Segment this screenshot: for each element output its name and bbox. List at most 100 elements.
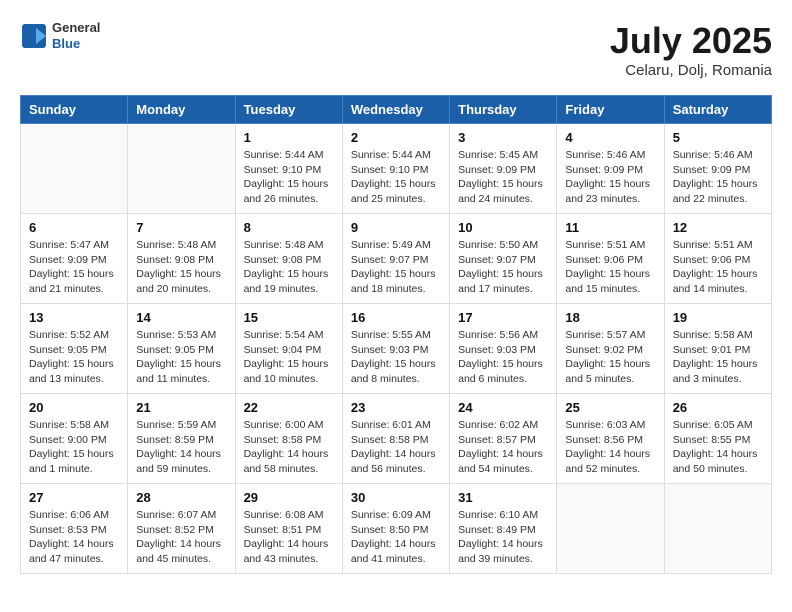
day-info: Sunrise: 6:09 AM Sunset: 8:50 PM Dayligh… xyxy=(351,508,441,567)
calendar-cell: 2 Sunrise: 5:44 AM Sunset: 9:10 PM Daylig… xyxy=(342,124,449,214)
day-number: 11 xyxy=(565,220,655,235)
calendar-cell: 23 Sunrise: 6:01 AM Sunset: 8:58 PM Dayli… xyxy=(342,394,449,484)
day-info: Sunrise: 5:58 AM Sunset: 9:01 PM Dayligh… xyxy=(673,328,763,387)
day-info: Sunrise: 6:05 AM Sunset: 8:55 PM Dayligh… xyxy=(673,418,763,477)
day-info: Sunrise: 5:58 AM Sunset: 9:00 PM Dayligh… xyxy=(29,418,119,477)
day-number: 4 xyxy=(565,130,655,145)
calendar-week-3: 13Sunrise: 5:52 AM Sunset: 9:05 PM Dayli… xyxy=(21,304,772,394)
day-number: 6 xyxy=(29,220,119,235)
day-number: 2 xyxy=(351,130,441,145)
weekday-header-saturday: Saturday xyxy=(664,96,771,124)
day-number: 28 xyxy=(136,490,226,505)
day-number: 25 xyxy=(565,400,655,415)
weekday-header-friday: Friday xyxy=(557,96,664,124)
calendar-cell: 10 Sunrise: 5:50 AM Sunset: 9:07 PM Dayli… xyxy=(450,214,557,304)
calendar-week-1: 1 Sunrise: 5:44 AM Sunset: 9:10 PM Daylig… xyxy=(21,124,772,214)
day-info: Sunrise: 6:00 AM Sunset: 8:58 PM Dayligh… xyxy=(244,418,334,477)
calendar-cell: 8 Sunrise: 5:48 AM Sunset: 9:08 PM Daylig… xyxy=(235,214,342,304)
calendar-body: 1 Sunrise: 5:44 AM Sunset: 9:10 PM Daylig… xyxy=(21,124,772,574)
day-info: Sunrise: 5:57 AM Sunset: 9:02 PM Dayligh… xyxy=(565,328,655,387)
logo-text: General Blue xyxy=(52,20,100,51)
calendar-cell: 20 Sunrise: 5:58 AM Sunset: 9:00 PM Dayli… xyxy=(21,394,128,484)
day-number: 12 xyxy=(673,220,763,235)
calendar-cell: 31 Sunrise: 6:10 AM Sunset: 8:49 PM Dayli… xyxy=(450,484,557,574)
calendar-cell: 4Sunrise: 5:46 AM Sunset: 9:09 PM Daylig… xyxy=(557,124,664,214)
day-number: 26 xyxy=(673,400,763,415)
day-info: Sunrise: 5:51 AM Sunset: 9:06 PM Dayligh… xyxy=(565,238,655,297)
calendar-cell: 25Sunrise: 6:03 AM Sunset: 8:56 PM Dayli… xyxy=(557,394,664,484)
day-number: 15 xyxy=(244,310,334,325)
day-info: Sunrise: 5:59 AM Sunset: 8:59 PM Dayligh… xyxy=(136,418,226,477)
calendar-cell xyxy=(21,124,128,214)
calendar-cell: 27 Sunrise: 6:06 AM Sunset: 8:53 PM Dayli… xyxy=(21,484,128,574)
day-number: 31 xyxy=(458,490,548,505)
location-subtitle: Celaru, Dolj, Romania xyxy=(610,62,772,79)
calendar-cell: 26 Sunrise: 6:05 AM Sunset: 8:55 PM Dayli… xyxy=(664,394,771,484)
day-number: 30 xyxy=(351,490,441,505)
day-info: Sunrise: 6:02 AM Sunset: 8:57 PM Dayligh… xyxy=(458,418,548,477)
day-info: Sunrise: 5:46 AM Sunset: 9:09 PM Dayligh… xyxy=(673,148,763,207)
day-info: Sunrise: 6:01 AM Sunset: 8:58 PM Dayligh… xyxy=(351,418,441,477)
day-number: 21 xyxy=(136,400,226,415)
calendar-cell: 19 Sunrise: 5:58 AM Sunset: 9:01 PM Dayli… xyxy=(664,304,771,394)
calendar-cell: 6 Sunrise: 5:47 AM Sunset: 9:09 PM Daylig… xyxy=(21,214,128,304)
day-info: Sunrise: 5:44 AM Sunset: 9:10 PM Dayligh… xyxy=(351,148,441,207)
weekday-header-tuesday: Tuesday xyxy=(235,96,342,124)
day-info: Sunrise: 6:10 AM Sunset: 8:49 PM Dayligh… xyxy=(458,508,548,567)
calendar-cell xyxy=(664,484,771,574)
weekday-header-wednesday: Wednesday xyxy=(342,96,449,124)
calendar-cell: 24 Sunrise: 6:02 AM Sunset: 8:57 PM Dayli… xyxy=(450,394,557,484)
day-info: Sunrise: 5:51 AM Sunset: 9:06 PM Dayligh… xyxy=(673,238,763,297)
day-info: Sunrise: 5:49 AM Sunset: 9:07 PM Dayligh… xyxy=(351,238,441,297)
calendar-cell: 30 Sunrise: 6:09 AM Sunset: 8:50 PM Dayli… xyxy=(342,484,449,574)
calendar-cell: 5 Sunrise: 5:46 AM Sunset: 9:09 PM Daylig… xyxy=(664,124,771,214)
day-info: Sunrise: 5:53 AM Sunset: 9:05 PM Dayligh… xyxy=(136,328,226,387)
day-number: 5 xyxy=(673,130,763,145)
day-number: 20 xyxy=(29,400,119,415)
day-info: Sunrise: 5:52 AM Sunset: 9:05 PM Dayligh… xyxy=(29,328,119,387)
logo-line1: General xyxy=(52,20,100,36)
day-number: 19 xyxy=(673,310,763,325)
day-number: 29 xyxy=(244,490,334,505)
calendar-cell: 22 Sunrise: 6:00 AM Sunset: 8:58 PM Dayli… xyxy=(235,394,342,484)
day-info: Sunrise: 6:08 AM Sunset: 8:51 PM Dayligh… xyxy=(244,508,334,567)
day-number: 1 xyxy=(244,130,334,145)
day-info: Sunrise: 6:06 AM Sunset: 8:53 PM Dayligh… xyxy=(29,508,119,567)
day-number: 14 xyxy=(136,310,226,325)
day-number: 22 xyxy=(244,400,334,415)
day-number: 23 xyxy=(351,400,441,415)
day-info: Sunrise: 5:50 AM Sunset: 9:07 PM Dayligh… xyxy=(458,238,548,297)
calendar-week-2: 6 Sunrise: 5:47 AM Sunset: 9:09 PM Daylig… xyxy=(21,214,772,304)
calendar-cell: 7Sunrise: 5:48 AM Sunset: 9:08 PM Daylig… xyxy=(128,214,235,304)
calendar-cell: 16Sunrise: 5:55 AM Sunset: 9:03 PM Dayli… xyxy=(342,304,449,394)
day-number: 16 xyxy=(351,310,441,325)
calendar-cell: 3Sunrise: 5:45 AM Sunset: 9:09 PM Daylig… xyxy=(450,124,557,214)
weekday-header-monday: Monday xyxy=(128,96,235,124)
day-number: 18 xyxy=(565,310,655,325)
calendar-cell: 12 Sunrise: 5:51 AM Sunset: 9:06 PM Dayli… xyxy=(664,214,771,304)
day-info: Sunrise: 5:56 AM Sunset: 9:03 PM Dayligh… xyxy=(458,328,548,387)
calendar-cell: 9 Sunrise: 5:49 AM Sunset: 9:07 PM Daylig… xyxy=(342,214,449,304)
logo-line2: Blue xyxy=(52,36,100,52)
day-info: Sunrise: 5:47 AM Sunset: 9:09 PM Dayligh… xyxy=(29,238,119,297)
logo-icon xyxy=(20,22,48,50)
day-number: 27 xyxy=(29,490,119,505)
day-info: Sunrise: 5:48 AM Sunset: 9:08 PM Dayligh… xyxy=(244,238,334,297)
day-number: 8 xyxy=(244,220,334,235)
calendar-cell: 29 Sunrise: 6:08 AM Sunset: 8:51 PM Dayli… xyxy=(235,484,342,574)
day-number: 10 xyxy=(458,220,548,235)
calendar-cell: 17 Sunrise: 5:56 AM Sunset: 9:03 PM Dayli… xyxy=(450,304,557,394)
day-number: 9 xyxy=(351,220,441,235)
day-info: Sunrise: 6:07 AM Sunset: 8:52 PM Dayligh… xyxy=(136,508,226,567)
day-info: Sunrise: 5:44 AM Sunset: 9:10 PM Dayligh… xyxy=(244,148,334,207)
calendar-cell: 11 Sunrise: 5:51 AM Sunset: 9:06 PM Dayli… xyxy=(557,214,664,304)
title-block: July 2025 Celaru, Dolj, Romania xyxy=(610,20,772,79)
calendar-week-5: 27 Sunrise: 6:06 AM Sunset: 8:53 PM Dayli… xyxy=(21,484,772,574)
day-number: 7 xyxy=(136,220,226,235)
calendar-cell xyxy=(557,484,664,574)
day-number: 17 xyxy=(458,310,548,325)
calendar-cell: 1 Sunrise: 5:44 AM Sunset: 9:10 PM Daylig… xyxy=(235,124,342,214)
calendar-cell: 28 Sunrise: 6:07 AM Sunset: 8:52 PM Dayli… xyxy=(128,484,235,574)
day-number: 24 xyxy=(458,400,548,415)
day-info: Sunrise: 5:54 AM Sunset: 9:04 PM Dayligh… xyxy=(244,328,334,387)
